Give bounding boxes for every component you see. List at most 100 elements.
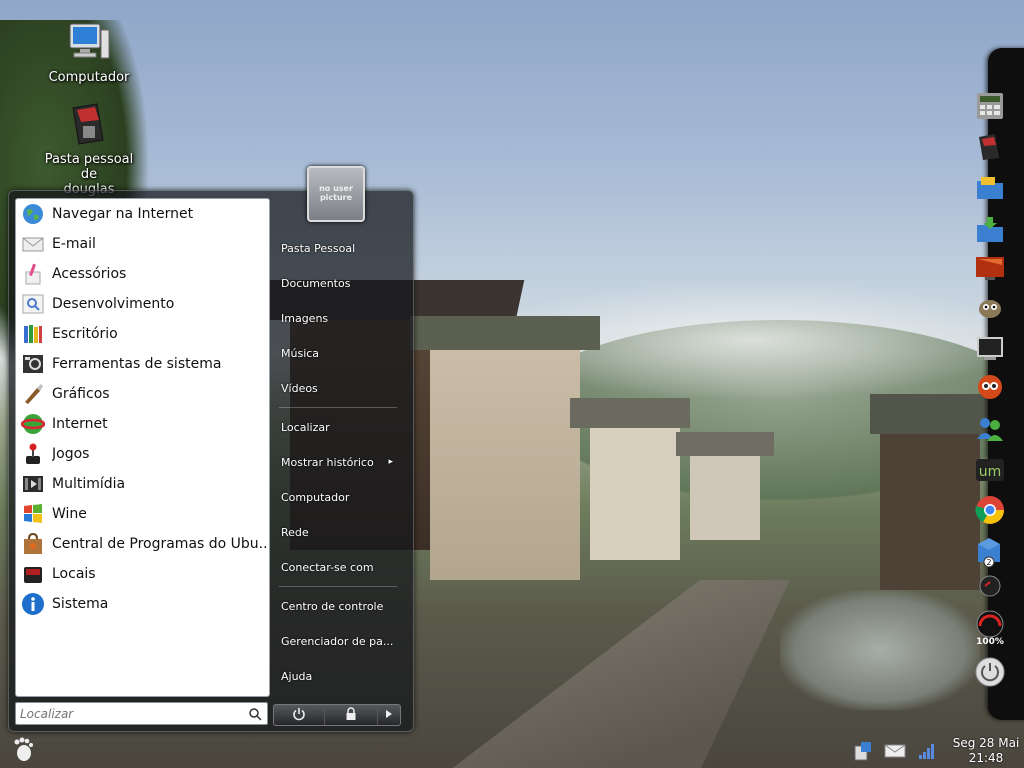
mail-tray-icon[interactable]: [882, 738, 908, 764]
place-label: Computador: [281, 491, 350, 504]
app-item-places[interactable]: Locais: [16, 559, 269, 589]
desktop-background: Computador Pasta pessoal de douglas no u…: [0, 0, 1024, 768]
place-documents[interactable]: Documentos: [271, 266, 405, 301]
app-item-system-tools[interactable]: Ferramentas de sistema: [16, 349, 269, 379]
search-icon[interactable]: [248, 706, 262, 725]
app-item-games[interactable]: Jogos: [16, 439, 269, 469]
desktop-icon-computer[interactable]: Computador: [44, 22, 134, 85]
mail-icon: [20, 231, 46, 257]
clock[interactable]: Seg 28 Mai 21:48: [948, 736, 1024, 766]
place-label: Vídeos: [281, 382, 318, 395]
divider: [279, 586, 397, 587]
app-item-office[interactable]: Escritório: [16, 319, 269, 349]
app-item-label: Desenvolvimento: [52, 296, 175, 312]
app-item-label: Locais: [52, 566, 96, 582]
gimp-icon[interactable]: [974, 292, 1006, 324]
app-item-internet[interactable]: Internet: [16, 409, 269, 439]
svg-text:um: um: [979, 464, 1002, 480]
system-tray: Seg 28 Mai 21:48: [844, 734, 1024, 768]
app-item-graphics[interactable]: Gráficos: [16, 379, 269, 409]
terminal-icon[interactable]: [974, 332, 1006, 364]
app-item-browser[interactable]: Navegar na Internet: [16, 199, 269, 229]
search-field-container: [15, 702, 268, 725]
app-item-system[interactable]: Sistema: [16, 589, 269, 619]
folder-icon[interactable]: [974, 172, 1006, 204]
app-item-label: Multimídia: [52, 476, 126, 492]
contacts-icon[interactable]: [974, 412, 1006, 444]
place-music[interactable]: Música: [271, 336, 405, 371]
place-label: Conectar-se com: [281, 561, 374, 574]
app-item-development[interactable]: Desenvolvimento: [16, 289, 269, 319]
house-scenery: [410, 316, 600, 580]
games-icon: [20, 441, 46, 467]
chrome-icon[interactable]: [974, 494, 1006, 526]
app-item-accessories[interactable]: Acessórios: [16, 259, 269, 289]
search-input[interactable]: [16, 704, 244, 724]
download-folder-icon[interactable]: [974, 214, 1006, 246]
development-icon: [20, 291, 46, 317]
place-home-folder[interactable]: Pasta Pessoal: [271, 231, 405, 266]
place-package-manager[interactable]: Gerenciador de pa...: [271, 624, 405, 659]
app-item-wine[interactable]: Wine: [16, 499, 269, 529]
shutdown-icon[interactable]: [974, 656, 1006, 688]
clock-date: Seg 28 Mai: [952, 736, 1020, 750]
office-icon: [20, 321, 46, 347]
app-item-label: Navegar na Internet: [52, 206, 194, 222]
desktop-icon-label: Pasta pessoal de: [44, 152, 134, 182]
place-control-center[interactable]: Centro de controle: [271, 589, 405, 624]
submenu-arrow-icon: ▸: [388, 457, 393, 467]
wine-icon: [20, 501, 46, 527]
place-search[interactable]: Localizar: [271, 410, 405, 445]
session-more-button[interactable]: [378, 705, 400, 725]
home-folder-icon[interactable]: [974, 130, 1006, 162]
avatar-placeholder-text: no user picture: [319, 184, 353, 202]
app-item-email[interactable]: E-mail: [16, 229, 269, 259]
app-item-label: E-mail: [52, 236, 96, 252]
update-notifier-icon[interactable]: [850, 738, 876, 764]
info-icon: [20, 591, 46, 617]
user-avatar[interactable]: no user picture: [307, 166, 365, 222]
media-player-icon[interactable]: um: [974, 454, 1006, 486]
monitor-icon[interactable]: [974, 252, 1006, 284]
place-connect-to[interactable]: Conectar-se com: [271, 550, 405, 585]
shutdown-button[interactable]: [274, 705, 325, 725]
place-label: Gerenciador de pa...: [281, 635, 394, 648]
house-scenery: [870, 394, 990, 590]
place-label: Ajuda: [281, 670, 313, 683]
place-label: Música: [281, 347, 320, 360]
place-show-history[interactable]: Mostrar histórico ▸: [271, 445, 405, 480]
place-videos[interactable]: Vídeos: [271, 371, 405, 406]
graphics-icon: [20, 381, 46, 407]
lock-icon: [345, 706, 357, 724]
place-network[interactable]: Rede: [271, 515, 405, 550]
place-images[interactable]: Imagens: [271, 301, 405, 336]
network-signal-icon[interactable]: [914, 738, 940, 764]
app-item-multimedia[interactable]: Multimídia: [16, 469, 269, 499]
place-label: Localizar: [281, 421, 330, 434]
places-icon: [20, 561, 46, 587]
multimedia-icon: [20, 471, 46, 497]
red-panda-icon[interactable]: [974, 370, 1006, 402]
desktop-icon-label: Computador: [48, 70, 130, 85]
package-icon[interactable]: 2: [974, 536, 1006, 568]
place-label: Pasta Pessoal: [281, 242, 356, 255]
app-item-software-center[interactable]: Central de Programas do Ubu...: [16, 529, 269, 559]
gauge-small-icon[interactable]: [974, 570, 1006, 602]
place-label: Centro de controle: [281, 600, 384, 613]
place-help[interactable]: Ajuda: [271, 659, 405, 694]
computer-icon: [44, 22, 134, 68]
start-menu: no user picture Navegar na Internet E-ma…: [8, 166, 414, 732]
dock-badge-count: 2: [986, 558, 991, 567]
accessories-icon: [20, 261, 46, 287]
system-monitor-gauge-icon[interactable]: 100%: [974, 610, 1006, 646]
divider: [279, 407, 397, 408]
place-computer[interactable]: Computador: [271, 480, 405, 515]
gnome-foot-icon: [10, 736, 36, 766]
app-item-label: Central de Programas do Ubu...: [52, 536, 268, 552]
home-folder-icon: [44, 100, 134, 150]
river-scenery: [780, 590, 980, 710]
main-menu-button[interactable]: [8, 736, 38, 766]
desktop-icon-home-folder[interactable]: Pasta pessoal de douglas: [44, 100, 134, 197]
lock-screen-button[interactable]: [325, 705, 378, 725]
calculator-icon[interactable]: [974, 90, 1006, 122]
